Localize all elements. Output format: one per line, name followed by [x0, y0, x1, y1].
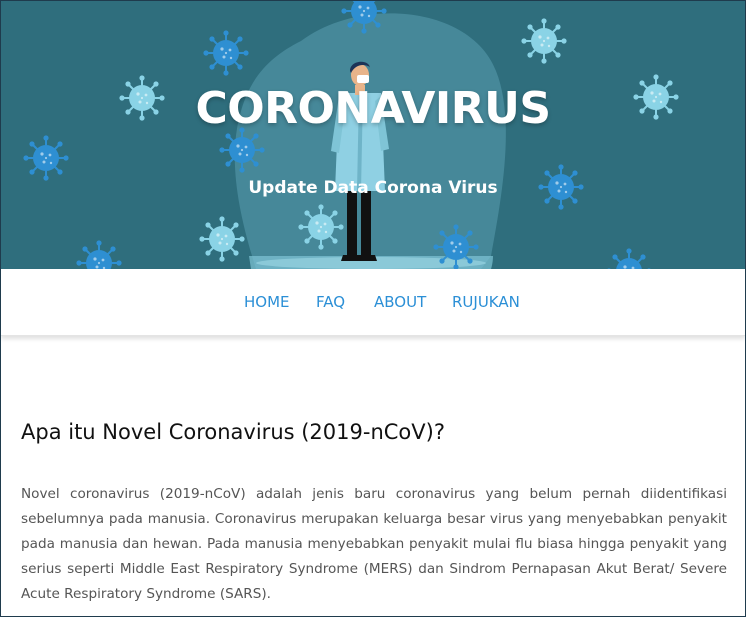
- article-title: Apa itu Novel Coronavirus (2019-nCoV)?: [21, 420, 445, 444]
- hero-illustration: [22, 1, 680, 269]
- article-body: Novel coronavirus (2019-nCoV) adalah jen…: [21, 486, 727, 602]
- page-frame: CORONAVIRUS Update Data Corona Virus HOM…: [0, 0, 746, 617]
- nav-link-about[interactable]: ABOUT: [374, 293, 426, 311]
- nav-link-rujukan[interactable]: RUJUKAN: [452, 293, 520, 311]
- hero-banner: CORONAVIRUS Update Data Corona Virus: [1, 1, 745, 269]
- nav-link-home[interactable]: HOME: [244, 293, 290, 311]
- hero-title: CORONAVIRUS: [195, 83, 551, 134]
- nav-link-faq[interactable]: FAQ: [316, 293, 345, 311]
- main-nav: HOME FAQ ABOUT RUJUKAN: [1, 269, 745, 336]
- hero-subtitle: Update Data Corona Virus: [248, 178, 498, 198]
